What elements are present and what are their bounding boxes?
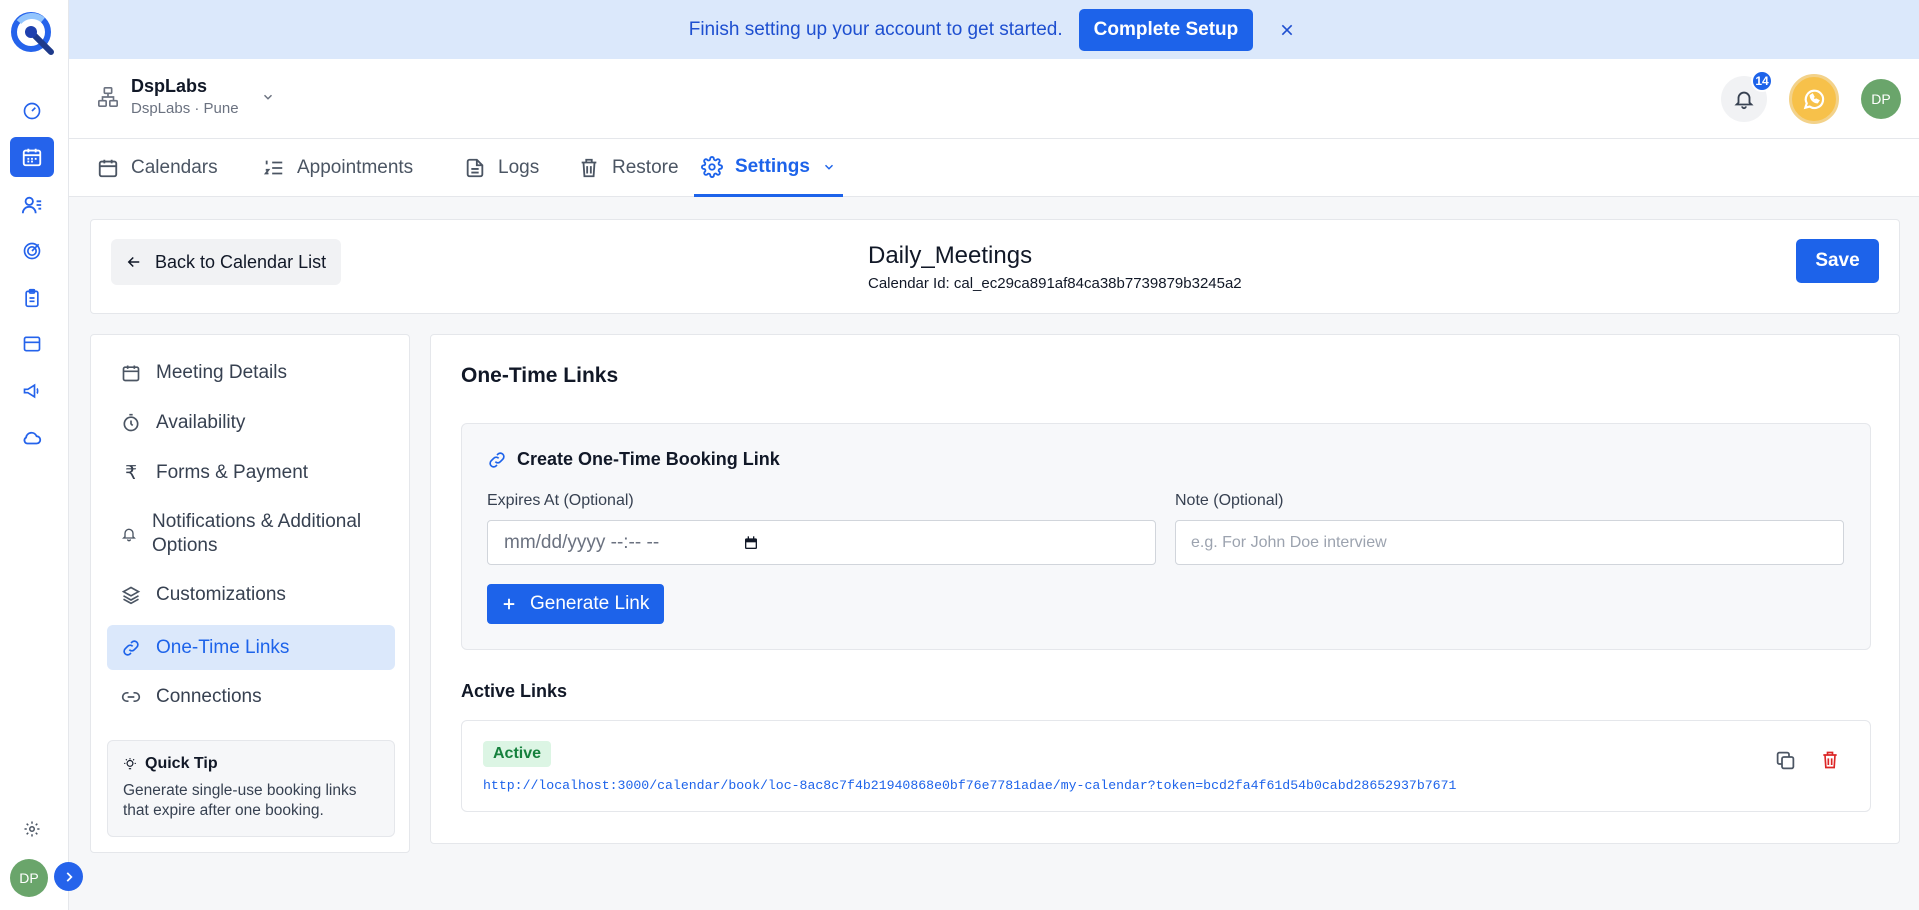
tab-restore[interactable]: Restore	[578, 139, 679, 197]
list-ordered-icon	[263, 157, 285, 179]
list-item: Active http://localhost:3000/calendar/bo…	[461, 720, 1871, 812]
note-input[interactable]: e.g. For John Doe interview	[1175, 520, 1844, 565]
main-tabs: Calendars Appointments Logs Restore Sett…	[69, 139, 1919, 197]
plus-icon	[500, 595, 518, 613]
org-name: DspLabs	[131, 76, 208, 96]
copy-icon[interactable]	[1775, 750, 1796, 771]
stopwatch-icon	[121, 413, 141, 433]
menu-item-label: Availability	[156, 412, 246, 433]
generate-link-label: Generate Link	[530, 593, 650, 614]
contacts-list-icon[interactable]	[10, 185, 54, 225]
target-icon[interactable]	[10, 231, 54, 271]
tab-label: Logs	[498, 157, 540, 178]
org-structure-icon	[97, 86, 119, 108]
settings-side-menu: Meeting Details Availability ₹ Forms & P…	[90, 334, 410, 853]
close-icon[interactable]	[1275, 18, 1299, 42]
chevron-down-icon	[822, 160, 836, 174]
trash-icon	[578, 157, 600, 179]
active-links-title: Active Links	[461, 681, 568, 701]
generate-link-button[interactable]: Generate Link	[487, 584, 665, 624]
menu-item-label: Customizations	[156, 584, 286, 605]
menu-item-label: Notifications & Additional Options	[152, 511, 362, 556]
quick-tip: Quick Tip Generate single-use booking li…	[107, 740, 395, 837]
quick-tip-text: Generate single-use booking links that e…	[123, 782, 357, 819]
header-actions: 14 DP	[1721, 70, 1901, 124]
status-badge: Active	[483, 741, 552, 767]
notification-count-badge: 14	[1751, 70, 1773, 92]
tab-label: Restore	[612, 157, 679, 178]
org-location: DspLabs · Pune	[131, 100, 239, 117]
lightbulb-icon	[123, 757, 137, 771]
expand-sidebar-chevron-icon[interactable]	[54, 862, 83, 891]
cloud-icon[interactable]	[10, 418, 54, 458]
file-text-icon	[464, 157, 486, 179]
back-button-label: Back to Calendar List	[155, 251, 327, 272]
bell-icon	[121, 526, 137, 542]
tab-label: Settings	[735, 155, 810, 177]
tab-logs[interactable]: Logs	[464, 139, 539, 197]
menu-item-connections[interactable]: Connections	[107, 675, 395, 719]
calendar-id: Calendar Id: cal_ec29ca891af84ca38b77398…	[868, 275, 1242, 292]
rupee-icon: ₹	[124, 462, 138, 484]
create-link-title: Create One-Time Booking Link	[517, 449, 780, 469]
menu-item-label: One-Time Links	[156, 636, 290, 658]
menu-item-label: Meeting Details	[156, 362, 287, 383]
header-user-avatar[interactable]: DP	[1861, 79, 1901, 119]
settings-gear-icon[interactable]	[10, 809, 54, 849]
inbox-icon[interactable]	[10, 324, 54, 364]
calendar-picker-icon[interactable]	[743, 535, 759, 551]
complete-setup-button[interactable]: Complete Setup	[1078, 8, 1254, 51]
calendar-nav-icon[interactable]	[10, 137, 54, 177]
delete-trash-icon[interactable]	[1820, 750, 1840, 770]
link-icon	[487, 450, 507, 470]
expires-at-input[interactable]: mm/dd/yyyy --:-- --	[487, 520, 1156, 565]
back-to-calendar-list-button[interactable]: Back to Calendar List	[111, 239, 342, 285]
menu-item-meeting-details[interactable]: Meeting Details	[107, 351, 395, 395]
calendar-icon	[97, 157, 119, 179]
calendar-icon	[121, 363, 141, 383]
arrow-left-icon	[125, 253, 143, 271]
banner-text: Finish setting up your account to get st…	[688, 18, 1063, 40]
notifications-bell-icon[interactable]: 14	[1721, 70, 1773, 122]
create-link-box: Create One-Time Booking Link Expires At …	[461, 423, 1871, 650]
expires-at-value: mm/dd/yyyy --:-- --	[504, 531, 660, 553]
user-avatar[interactable]: DP	[10, 859, 48, 897]
menu-item-forms-payment[interactable]: ₹ Forms & Payment	[107, 451, 395, 495]
save-button[interactable]: Save	[1796, 239, 1879, 283]
clipboard-icon[interactable]	[10, 278, 54, 318]
org-switcher[interactable]: DspLabs DspLabs · Pune	[97, 76, 275, 117]
one-time-links-panel: One-Time Links Create One-Time Booking L…	[430, 334, 1900, 844]
menu-item-customizations[interactable]: Customizations	[107, 573, 395, 617]
menu-item-label: Forms & Payment	[156, 462, 309, 483]
top-header: DspLabs DspLabs · Pune 14 DP	[69, 59, 1919, 139]
calendar-title-card: Back to Calendar List Daily_Meetings Cal…	[90, 219, 1900, 314]
dashboard-gauge-icon[interactable]	[10, 91, 54, 131]
tab-appointments[interactable]: Appointments	[263, 139, 413, 197]
chevron-down-icon[interactable]	[261, 90, 275, 104]
tab-calendars[interactable]: Calendars	[97, 139, 218, 197]
note-label: Note (Optional)	[1175, 492, 1284, 509]
chain-link-icon	[121, 687, 141, 707]
tab-settings[interactable]: Settings	[694, 139, 843, 197]
menu-item-label: Connections	[156, 686, 262, 707]
megaphone-icon[interactable]	[10, 371, 54, 411]
link-icon	[121, 638, 141, 658]
menu-item-notifications[interactable]: Notifications & Additional Options	[107, 501, 395, 567]
expires-at-label: Expires At (Optional)	[487, 492, 634, 509]
calendar-name: Daily_Meetings	[868, 242, 1033, 269]
setup-banner: Finish setting up your account to get st…	[69, 0, 1919, 59]
layers-icon	[121, 585, 141, 605]
tab-label: Appointments	[297, 157, 414, 178]
gear-icon	[701, 155, 723, 178]
tab-label: Calendars	[131, 157, 218, 178]
app-logo-icon[interactable]	[9, 10, 55, 56]
whatsapp-icon[interactable]	[1789, 74, 1839, 124]
menu-item-one-time-links[interactable]: One-Time Links	[107, 625, 395, 670]
panel-title: One-Time Links	[461, 364, 619, 387]
left-rail: DP	[0, 0, 83, 910]
quick-tip-title: Quick Tip	[145, 755, 218, 772]
link-url[interactable]: http://localhost:3000/calendar/book/loc-…	[483, 778, 1456, 793]
menu-item-availability[interactable]: Availability	[107, 401, 395, 445]
